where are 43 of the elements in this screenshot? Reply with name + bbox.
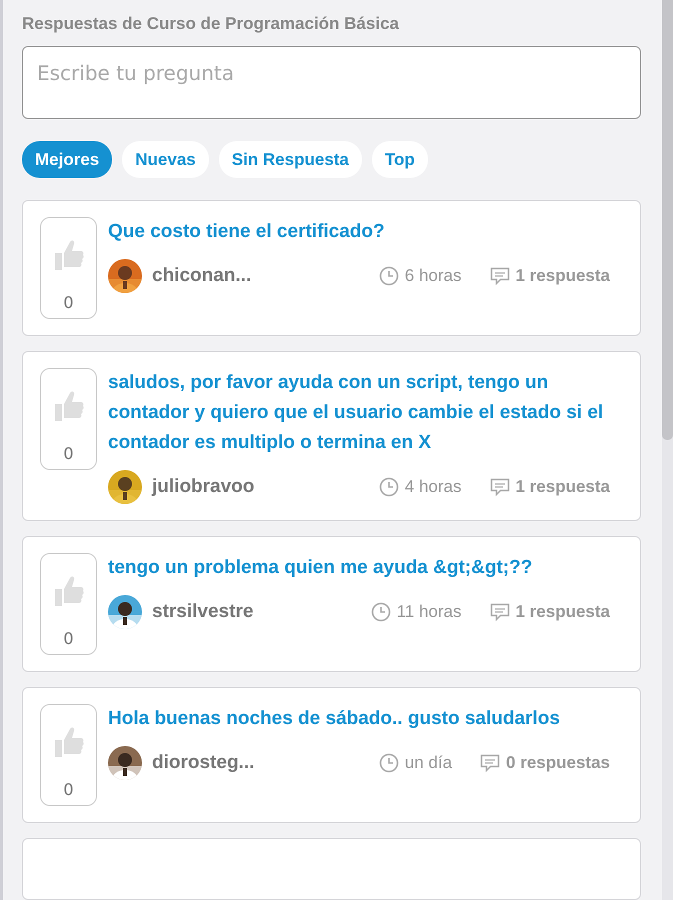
thumbs-up-icon xyxy=(52,238,84,272)
thumbs-up-icon xyxy=(52,725,84,759)
author-name: diorosteg... xyxy=(152,752,256,774)
filter-tab[interactable]: Top xyxy=(372,141,428,178)
page-title: Respuestas de Curso de Programación Básica xyxy=(22,14,400,34)
question-link[interactable]: saludos, por favor ayuda con un script, tengo un contador y quiero que el usuario cambie el estado si el contador es multiplo o termina en X xyxy=(108,368,610,458)
answer-count: 1 respuesta xyxy=(516,477,610,497)
vote-button[interactable]: 0 xyxy=(40,553,97,655)
comment-icon xyxy=(490,602,510,622)
question-link[interactable]: tengo un problema quien me ayuda &gt;&gt;?? xyxy=(108,553,610,583)
thumbs-up-icon xyxy=(52,574,84,608)
filter-tab[interactable]: Mejores xyxy=(22,141,112,178)
filter-tab[interactable]: Sin Respuesta xyxy=(218,141,362,178)
vote-button[interactable]: 0 xyxy=(40,368,97,470)
vote-count: 0 xyxy=(63,629,74,648)
time-label: 6 horas xyxy=(404,266,462,286)
question-field[interactable]: Escribe tu pregunta xyxy=(22,46,641,119)
author-name: juliobravoo xyxy=(152,476,256,498)
answer-count: 1 respuesta xyxy=(516,266,610,286)
time-label: 11 horas xyxy=(396,602,462,622)
clock-icon xyxy=(370,602,391,622)
author-name: chiconan... xyxy=(152,265,252,287)
vote-count: 0 xyxy=(63,780,74,799)
question-link[interactable]: Hola buenas noches de sábado.. gusto saludarlos xyxy=(108,704,610,734)
comment-icon xyxy=(490,266,510,286)
clock-icon xyxy=(378,477,399,497)
vote-button[interactable]: 0 xyxy=(40,217,97,319)
clock-icon xyxy=(378,753,399,773)
scrollbar-thumb[interactable] xyxy=(662,0,673,440)
filter-tab[interactable]: Nuevas xyxy=(122,141,209,178)
vote-button[interactable]: 0 xyxy=(40,704,97,806)
vote-count: 0 xyxy=(63,444,74,463)
thumbs-up-icon xyxy=(52,389,84,423)
vote-count: 0 xyxy=(63,293,74,312)
author-name: strsilvestre xyxy=(152,601,254,623)
time-label: un día xyxy=(404,753,452,773)
question-link[interactable]: Que costo tiene el certificado? xyxy=(108,217,610,247)
comment-icon xyxy=(480,754,500,772)
clock-icon xyxy=(378,266,399,286)
answer-count: 1 respuesta xyxy=(516,602,610,622)
answer-count: 0 respuestas xyxy=(506,753,610,773)
comment-icon xyxy=(490,478,510,496)
time-label: 4 horas xyxy=(404,477,462,497)
